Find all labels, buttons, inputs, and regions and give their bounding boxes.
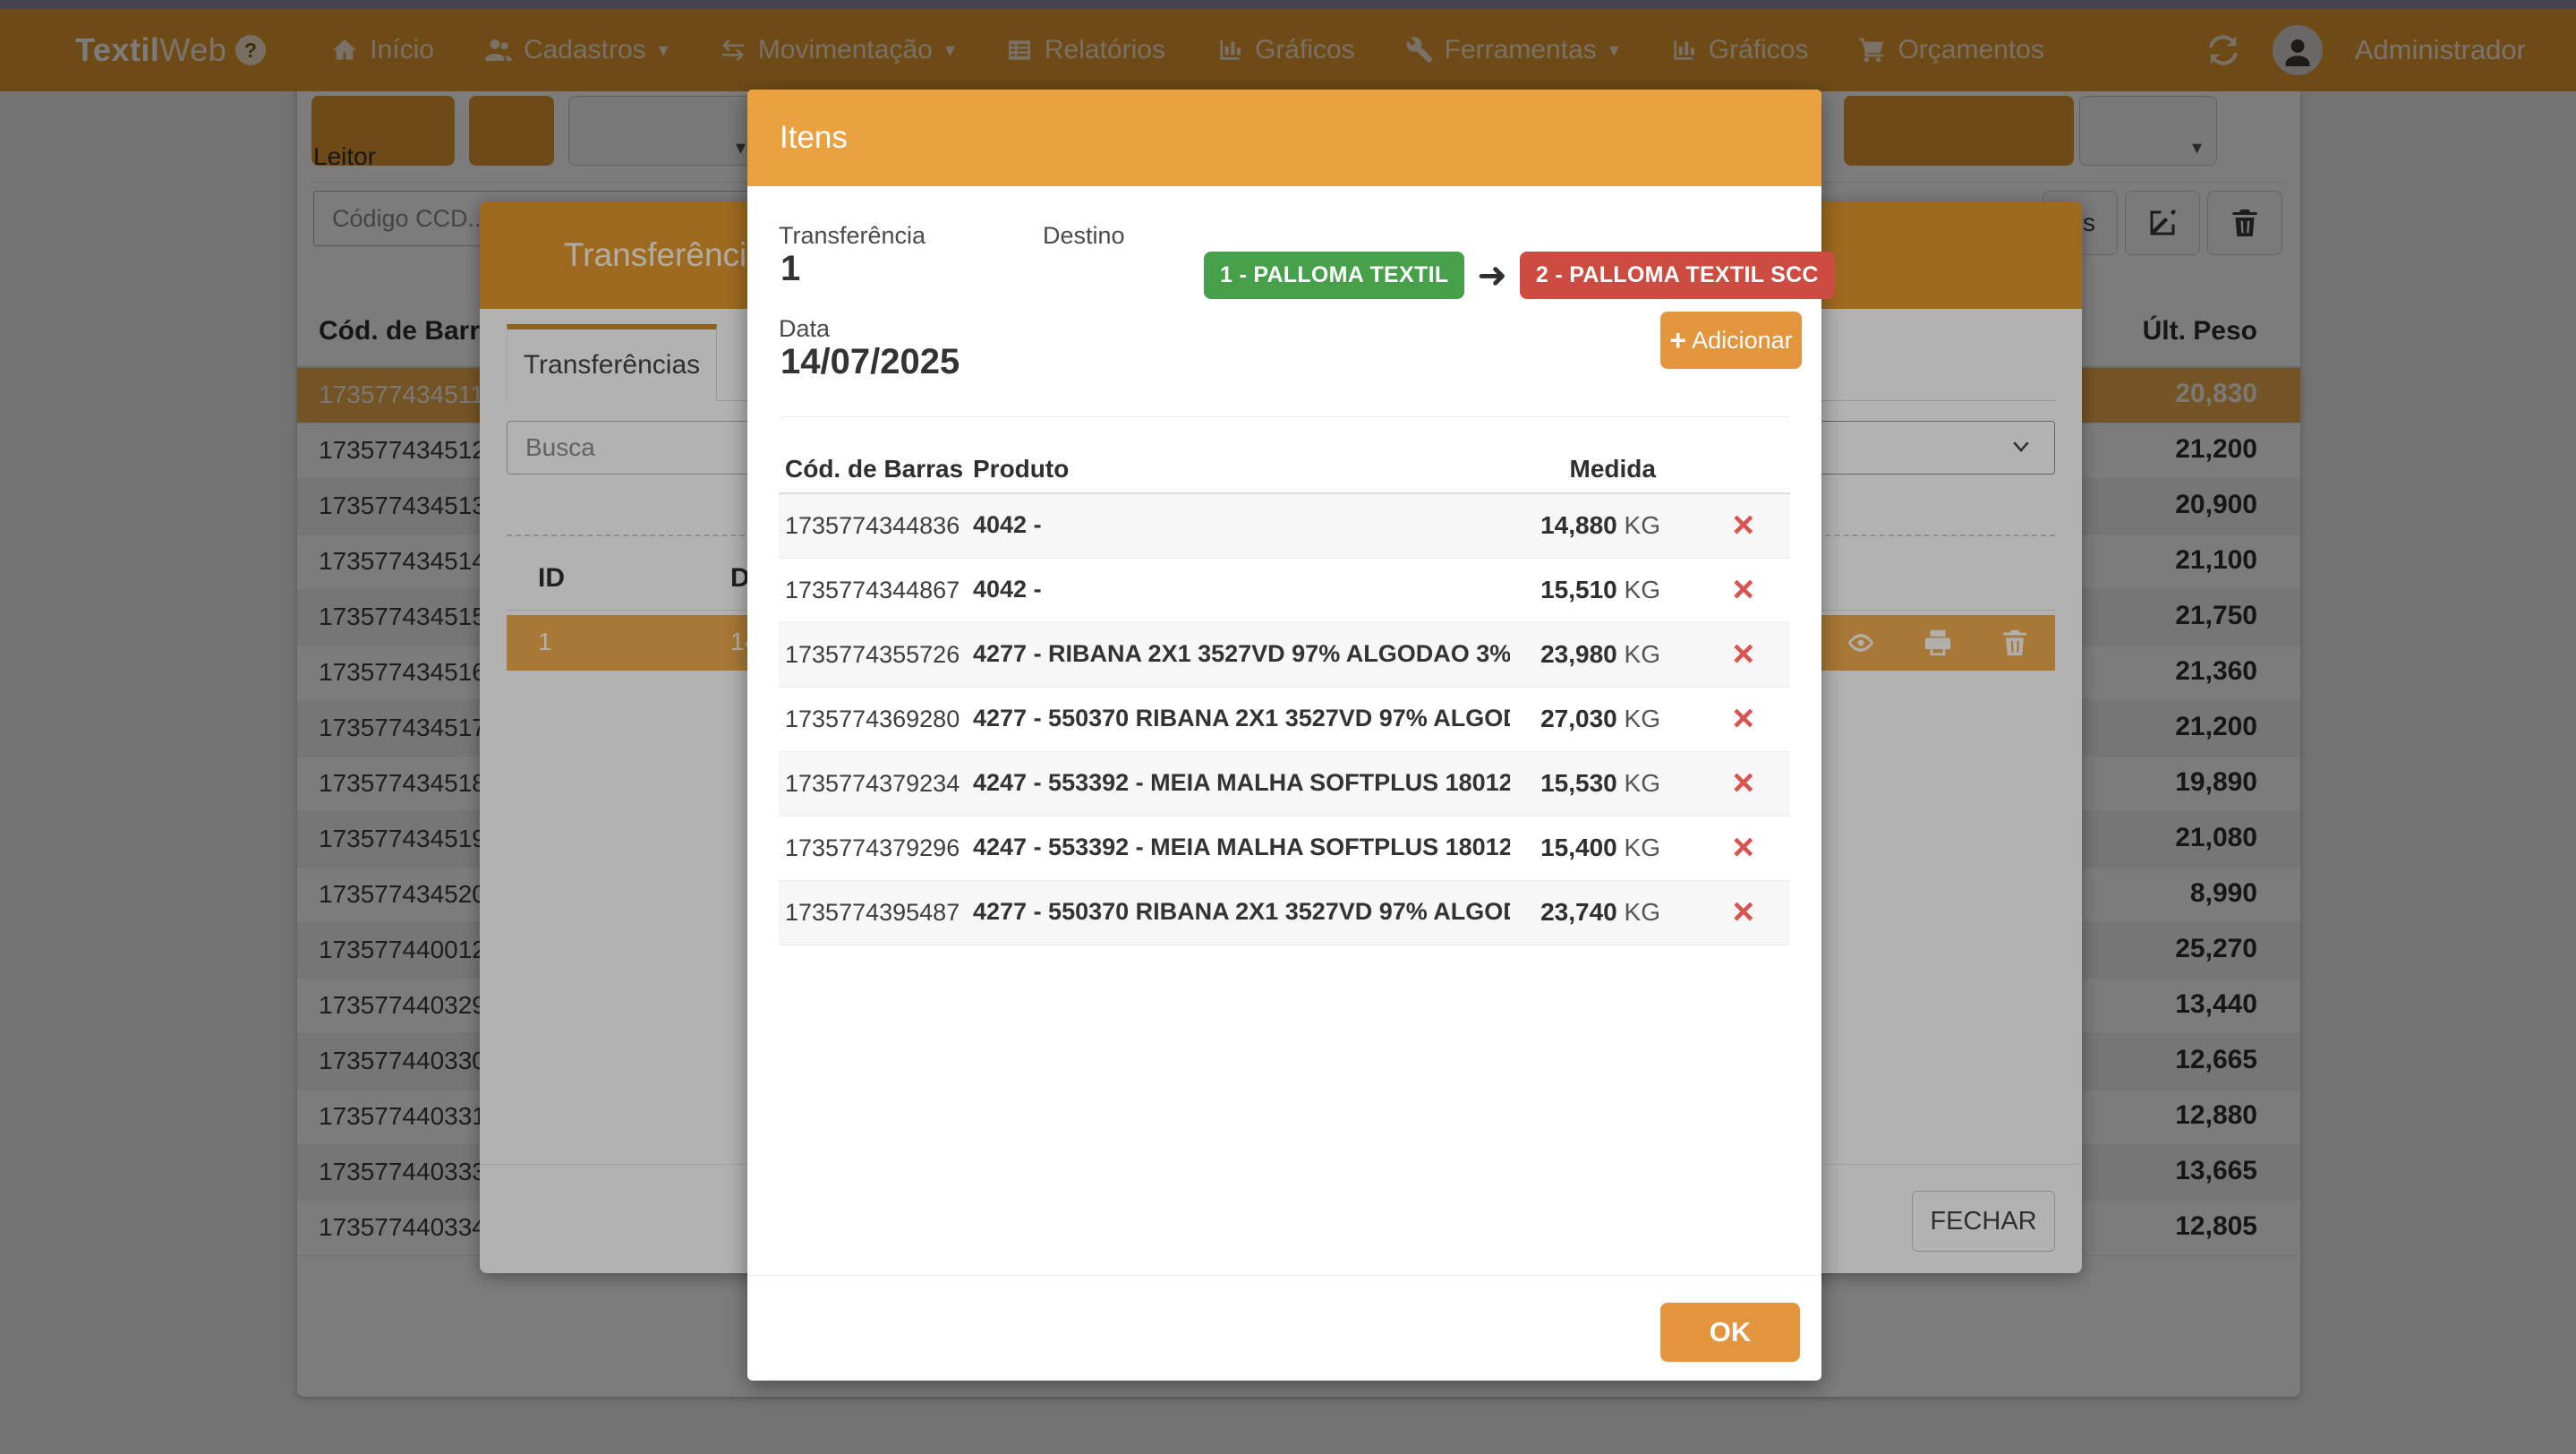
produto-cell: 4247 - 553392 - MEIA MALHA SOFTPLUS 1801… [973,769,1510,797]
produto-cell: 4042 - [973,511,1510,539]
modal-footer-divider [747,1275,1821,1276]
barcode-cell: 1735774355726 [785,641,960,669]
remove-item-icon[interactable]: × [1732,695,1754,741]
transferencia-label: Transferência [779,222,925,250]
remove-item-icon[interactable]: × [1732,759,1754,806]
destination-badge: 2 - PALLOMA TEXTIL SCC [1520,252,1835,299]
remove-item-icon[interactable]: × [1732,630,1754,677]
remove-item-icon[interactable]: × [1732,888,1754,935]
itens-modal: Itens Transferência 1 Destino 1 - PALLOM… [747,90,1821,1381]
medida-cell: 15,510 KG [1540,576,1660,604]
destino-label: Destino [1043,222,1125,250]
item-row[interactable]: 1735774344867 4042 - 15,510 KG × [779,559,1790,623]
data-label: Data [779,315,830,343]
divider [779,416,1790,417]
transferencia-value: 1 [780,249,800,289]
produto-cell: 4042 - [973,576,1510,603]
col-medida-header: Medida [1570,455,1656,483]
medida-cell: 15,400 KG [1540,834,1660,862]
item-row[interactable]: 1735774355726 4277 - RIBANA 2X1 3527VD 9… [779,623,1790,688]
barcode-cell: 1735774379234 [785,770,960,798]
barcode-cell: 1735774369280 [785,706,960,733]
itens-modal-header: Itens [747,90,1821,186]
origin-badge: 1 - PALLOMA TEXTIL [1204,252,1464,299]
item-row[interactable]: 1735774395487 4277 - 550370 RIBANA 2X1 3… [779,881,1790,945]
item-row[interactable]: 1735774379296 4247 - 553392 - MEIA MALHA… [779,817,1790,881]
medida-cell: 23,740 KG [1540,898,1660,927]
medida-cell: 15,530 KG [1540,769,1660,798]
remove-item-icon[interactable]: × [1732,566,1754,612]
plus-icon: + [1669,324,1686,357]
barcode-cell: 1735774395487 [785,899,960,927]
ok-button-label: OK [1710,1316,1752,1348]
data-value: 14/07/2025 [780,342,960,382]
medida-cell: 27,030 KG [1540,705,1660,733]
produto-cell: 4247 - 553392 - MEIA MALHA SOFTPLUS 1801… [973,834,1510,861]
itens-table-body: 1735774344836 4042 - 14,880 KG × 1735774… [779,494,1790,945]
col-barcode-header: Cód. de Barras [785,455,963,483]
arrow-right-icon: ➜ [1477,258,1507,294]
col-produto-header: Produto [973,455,1069,483]
item-row[interactable]: 1735774379234 4247 - 553392 - MEIA MALHA… [779,752,1790,817]
barcode-cell: 1735774379296 [785,834,960,862]
produto-cell: 4277 - 550370 RIBANA 2X1 3527VD 97% ALGO… [973,898,1510,926]
produto-cell: 4277 - 550370 RIBANA 2X1 3527VD 97% ALGO… [973,705,1510,732]
transfer-route: 1 - PALLOMA TEXTIL ➜ 2 - PALLOMA TEXTIL … [1204,252,1835,299]
remove-item-icon[interactable]: × [1732,824,1754,870]
item-row[interactable]: 1735774369280 4277 - 550370 RIBANA 2X1 3… [779,688,1790,752]
adicionar-button[interactable]: + Adicionar [1660,312,1802,369]
item-row[interactable]: 1735774344836 4042 - 14,880 KG × [779,494,1790,559]
itens-table-header: Cód. de Barras Produto Medida [779,448,1790,494]
barcode-cell: 1735774344867 [785,577,960,604]
adicionar-button-label: Adicionar [1692,327,1793,355]
produto-cell: 4277 - RIBANA 2X1 3527VD 97% ALGODAO 3% … [973,640,1510,668]
medida-cell: 23,980 KG [1540,640,1660,669]
itens-modal-title: Itens [780,120,848,156]
medida-cell: 14,880 KG [1540,511,1660,540]
barcode-cell: 1735774344836 [785,512,960,540]
top-strip [0,0,2576,9]
remove-item-icon[interactable]: × [1732,501,1754,548]
ok-button[interactable]: OK [1660,1303,1800,1362]
